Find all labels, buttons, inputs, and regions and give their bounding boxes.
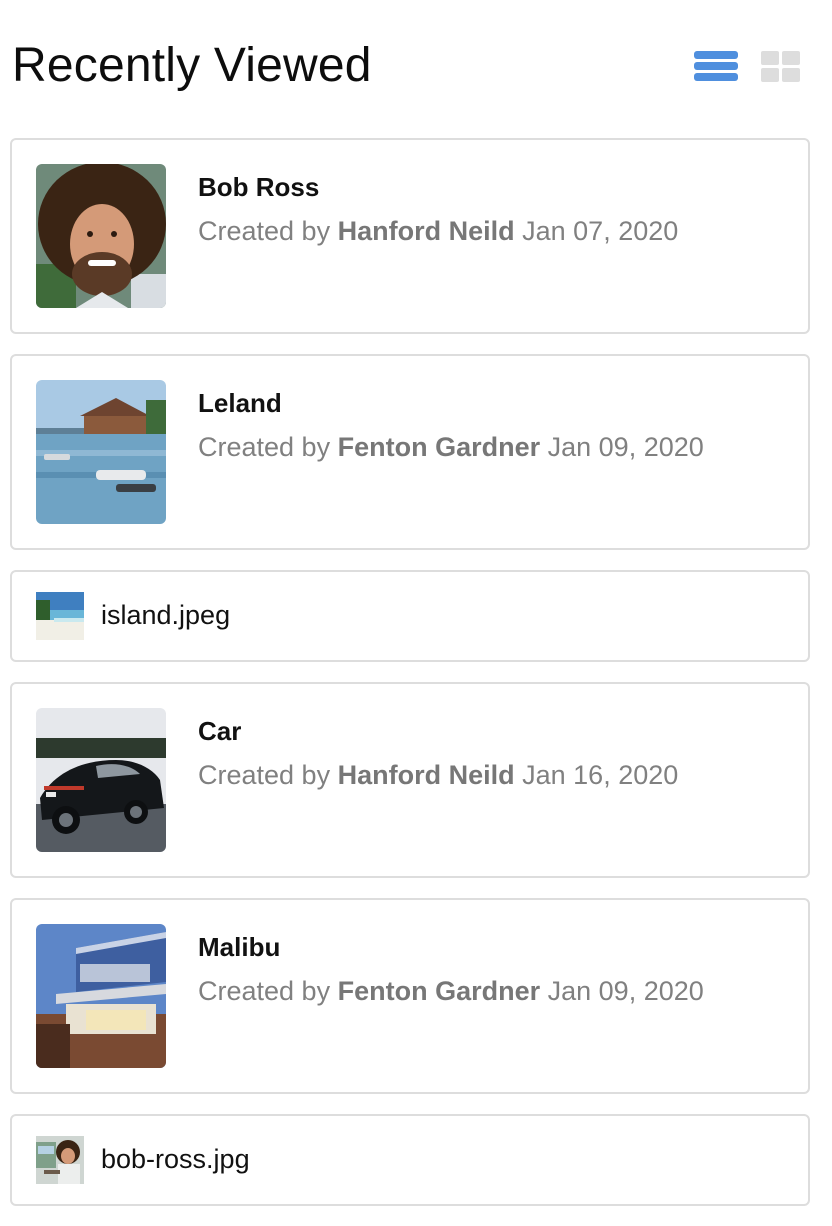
item-author: Fenton Gardner: [337, 432, 541, 462]
item-title: Leland: [198, 388, 282, 418]
file-name: island.jpeg: [101, 600, 231, 630]
header: Recently Viewed: [12, 36, 810, 96]
recently-viewed-page: Recently Viewed Bob Ross Created by Hanf…: [0, 0, 832, 1226]
item-date: Jan 07, 2020: [522, 216, 679, 246]
item-meta: Created by Fenton Gardner Jan 09, 2020: [198, 430, 704, 464]
file-name: bob-ross.jpg: [101, 1144, 250, 1174]
view-toggle: [694, 49, 802, 83]
list-item[interactable]: Leland Created by Fenton Gardner Jan 09,…: [10, 354, 810, 550]
item-title: Malibu: [198, 932, 281, 962]
grid-view-button[interactable]: [758, 49, 802, 83]
item-title: Bob Ross: [198, 172, 320, 202]
item-author: Hanford Neild: [337, 760, 515, 790]
item-meta: Created by Fenton Gardner Jan 09, 2020: [198, 974, 704, 1008]
bob-ross-painting-thumbnail: [36, 1136, 84, 1184]
item-author: Hanford Neild: [337, 216, 515, 246]
item-date: Jan 16, 2020: [522, 760, 679, 790]
list-item[interactable]: bob-ross.jpg: [10, 1114, 810, 1206]
item-date: Jan 09, 2020: [547, 976, 704, 1006]
list-view-icon: [694, 51, 738, 81]
list-item[interactable]: Car Created by Hanford Neild Jan 16, 202…: [10, 682, 810, 878]
list-item[interactable]: Malibu Created by Fenton Gardner Jan 09,…: [10, 898, 810, 1094]
list-item[interactable]: island.jpeg: [10, 570, 810, 662]
car-thumbnail: [36, 708, 166, 852]
grid-view-icon: [760, 50, 800, 82]
item-meta: Created by Hanford Neild Jan 16, 2020: [198, 758, 678, 792]
created-by-label: Created by: [198, 760, 331, 790]
item-author: Fenton Gardner: [337, 976, 541, 1006]
modern-house-thumbnail: [36, 924, 166, 1068]
list-view-button[interactable]: [694, 49, 738, 83]
item-title: Car: [198, 716, 242, 746]
created-by-label: Created by: [198, 976, 331, 1006]
item-meta: Created by Hanford Neild Jan 07, 2020: [198, 214, 678, 248]
item-date: Jan 09, 2020: [547, 432, 704, 462]
list-item[interactable]: Bob Ross Created by Hanford Neild Jan 07…: [10, 138, 810, 334]
beach-thumbnail: [36, 592, 84, 640]
bob-ross-portrait-thumbnail: [36, 164, 166, 308]
recently-viewed-list: Bob Ross Created by Hanford Neild Jan 07…: [10, 138, 810, 1226]
created-by-label: Created by: [198, 432, 331, 462]
harbor-thumbnail: [36, 380, 166, 524]
page-title: Recently Viewed: [12, 39, 372, 92]
created-by-label: Created by: [198, 216, 331, 246]
